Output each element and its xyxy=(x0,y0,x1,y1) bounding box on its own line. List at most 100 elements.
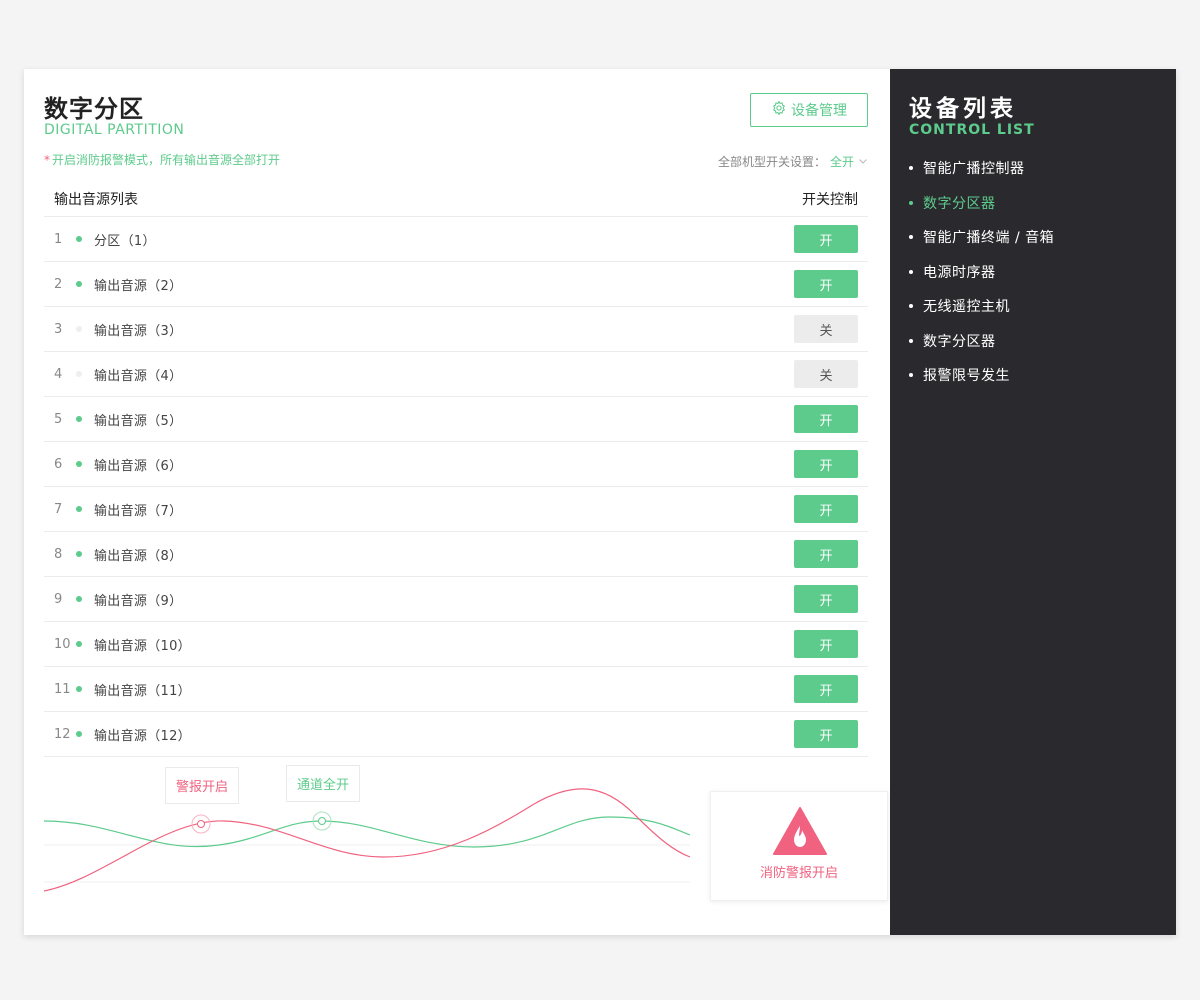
status-dot xyxy=(76,596,82,602)
status-dot xyxy=(76,371,82,377)
column-control: 开关控制 xyxy=(802,191,858,208)
row-index: 10 xyxy=(54,636,71,652)
alarm-wave-chart: 警报开启 通道全开 消防警报开启 xyxy=(44,759,888,919)
status-dot xyxy=(76,281,82,287)
status-dot xyxy=(76,326,82,332)
table-row: 3 输出音源（3） 关 xyxy=(44,307,868,352)
table-row: 9 输出音源（9） 开 xyxy=(44,577,868,622)
row-index: 2 xyxy=(54,276,63,292)
sidebar-item[interactable]: 数字分区器 xyxy=(909,324,1054,359)
sidebar-item-label: 数字分区器 xyxy=(923,333,996,350)
row-index: 1 xyxy=(54,231,63,247)
sidebar-title: 设备列表 xyxy=(909,96,1017,122)
page-subtitle: DIGITAL PARTITION xyxy=(44,122,185,138)
row-index: 3 xyxy=(54,321,63,337)
fire-alarm-label: 消防警报开启 xyxy=(759,866,838,881)
device-management-button[interactable]: 设备管理 xyxy=(750,93,868,127)
source-name: 输出音源（6） xyxy=(94,458,183,474)
status-dot xyxy=(76,416,82,422)
sidebar-item-label: 无线遥控主机 xyxy=(923,299,1010,316)
table-row: 8 输出音源（8） 开 xyxy=(44,532,868,577)
status-dot xyxy=(76,506,82,512)
row-index: 8 xyxy=(54,546,63,562)
sidebar-item[interactable]: 智能广播控制器 xyxy=(909,151,1054,186)
source-name: 输出音源（3） xyxy=(94,323,183,339)
all-switch-label: 全部机型开关设置： xyxy=(717,155,826,169)
notice-text: 开启消防报警模式，所有输出音源全部打开 xyxy=(52,153,281,167)
table-row: 2 输出音源（2） 开 xyxy=(44,262,868,307)
sidebar-item[interactable]: 报警限号发生 xyxy=(909,358,1054,393)
switch-toggle-button[interactable]: 开 xyxy=(794,540,858,568)
sidebar-item[interactable]: 智能广播终端 / 音箱 xyxy=(909,220,1054,255)
row-index: 11 xyxy=(54,681,71,697)
all-switch-select[interactable]: 全开 xyxy=(830,153,854,170)
source-name: 输出音源（10） xyxy=(94,638,191,654)
main-card: 数字分区 DIGITAL PARTITION 设备管理 * 开启消防报警模式，所有… xyxy=(24,69,1176,935)
source-name: 输出音源（12） xyxy=(94,728,191,744)
channels-marker-dot xyxy=(318,817,326,825)
row-index: 9 xyxy=(54,591,63,607)
bullet-icon xyxy=(909,373,913,378)
switch-toggle-button[interactable]: 关 xyxy=(794,315,858,343)
switch-toggle-button[interactable]: 开 xyxy=(794,675,858,703)
partition-panel: 数字分区 DIGITAL PARTITION 设备管理 * 开启消防报警模式，所有… xyxy=(24,69,890,935)
device-management-label: 设备管理 xyxy=(791,103,847,119)
switch-toggle-button[interactable]: 开 xyxy=(794,720,858,748)
switch-toggle-button[interactable]: 开 xyxy=(794,495,858,523)
status-dot xyxy=(76,236,82,242)
switch-toggle-button[interactable]: 开 xyxy=(794,270,858,298)
source-name: 输出音源（2） xyxy=(94,278,183,294)
page-title: 数字分区 xyxy=(44,95,144,123)
source-name: 输出音源（11） xyxy=(94,683,191,699)
status-dot xyxy=(76,731,82,737)
channels-open-tag: 通道全开 xyxy=(286,765,361,802)
source-name: 输出音源（8） xyxy=(94,548,183,564)
alarm-marker-dot xyxy=(197,820,205,828)
row-index: 4 xyxy=(54,366,63,382)
bullet-icon xyxy=(909,269,913,274)
table-row: 5 输出音源（5） 开 xyxy=(44,397,868,442)
fire-mode-notice: * 开启消防报警模式，所有输出音源全部打开 xyxy=(44,151,280,168)
sidebar-item-label: 智能广播终端 / 音箱 xyxy=(923,230,1055,247)
switch-toggle-button[interactable]: 开 xyxy=(794,585,858,613)
row-index: 5 xyxy=(54,411,63,427)
row-index: 7 xyxy=(54,501,63,517)
sidebar-item[interactable]: 无线遥控主机 xyxy=(909,289,1054,324)
sidebar-item-label: 电源时序器 xyxy=(923,264,996,281)
switch-toggle-button[interactable]: 开 xyxy=(794,450,858,478)
table-row: 10 输出音源（10） 开 xyxy=(44,622,868,667)
switch-toggle-button[interactable]: 开 xyxy=(794,225,858,253)
table-row: 7 输出音源（7） 开 xyxy=(44,487,868,532)
source-list: 1 分区（1） 开 2 输出音源（2） 开 3 输出音源（3） 关 4 输出音源（4） 关 5 输出音源（… xyxy=(44,217,868,757)
status-dot xyxy=(76,551,82,557)
chevron-down-icon[interactable] xyxy=(858,155,868,169)
bullet-icon xyxy=(909,338,913,343)
source-name: 输出音源（7） xyxy=(94,503,183,519)
sidebar-item-label: 报警限号发生 xyxy=(923,368,1010,385)
red-wave xyxy=(44,788,691,892)
column-source: 输出音源列表 xyxy=(54,191,138,208)
fire-warning-icon xyxy=(773,807,827,855)
status-dot xyxy=(76,461,82,467)
gear-icon xyxy=(771,100,787,120)
sidebar-item[interactable]: 数字分区器 xyxy=(909,186,1054,221)
device-sidebar: 设备列表 CONTROL LIST 智能广播控制器 数字分区器 智能广播终端 / 音… xyxy=(890,69,1176,935)
sidebar-item-label: 数字分区器 xyxy=(923,195,996,212)
sidebar-subtitle: CONTROL LIST xyxy=(909,122,1035,138)
status-dot xyxy=(76,641,82,647)
source-name: 输出音源（9） xyxy=(94,593,183,609)
alarm-on-tag: 警报开启 xyxy=(165,767,240,804)
switch-toggle-button[interactable]: 关 xyxy=(794,360,858,388)
all-switch-setting: 全部机型开关设置： 全开 xyxy=(718,153,868,170)
bullet-icon xyxy=(909,200,913,205)
source-name: 输出音源（5） xyxy=(94,413,183,429)
table-row: 11 输出音源（11） 开 xyxy=(44,667,868,712)
source-name: 输出音源（4） xyxy=(94,368,183,384)
table-header: 输出音源列表 开关控制 xyxy=(44,181,868,217)
table-row: 6 输出音源（6） 开 xyxy=(44,442,868,487)
row-index: 6 xyxy=(54,456,63,472)
switch-toggle-button[interactable]: 开 xyxy=(794,405,858,433)
sidebar-item[interactable]: 电源时序器 xyxy=(909,255,1054,290)
fire-alarm-card[interactable]: 消防警报开启 xyxy=(710,791,888,901)
switch-toggle-button[interactable]: 开 xyxy=(794,630,858,658)
